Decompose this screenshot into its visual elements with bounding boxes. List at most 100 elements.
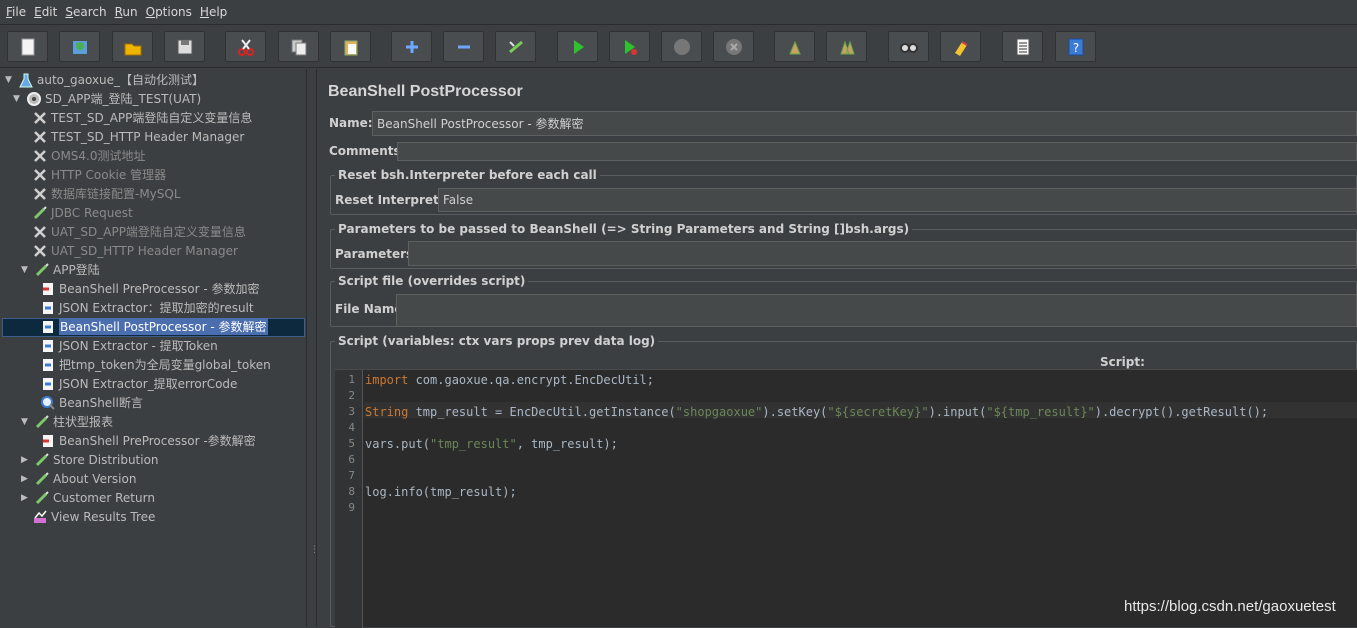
tree-node[interactable]: BeanShell断言 bbox=[39, 393, 143, 412]
collapse-button[interactable] bbox=[443, 31, 484, 62]
tree-node-label: HTTP Cookie 管理器 bbox=[51, 168, 167, 182]
tree-node[interactable]: JSON Extractor_提取errorCode bbox=[39, 374, 237, 393]
menu-item[interactable]: Run bbox=[111, 5, 142, 19]
expanded-arrow-icon[interactable]: ▼ bbox=[21, 265, 31, 275]
menu-item[interactable]: Options bbox=[142, 5, 196, 19]
templates-button[interactable] bbox=[59, 31, 100, 62]
new-button[interactable] bbox=[7, 31, 48, 62]
cut-button[interactable] bbox=[225, 31, 266, 62]
file-name-field[interactable] bbox=[396, 294, 1357, 327]
tree-node[interactable]: ▼ APP登陆 bbox=[21, 260, 100, 279]
line-number: 5 bbox=[348, 437, 355, 450]
line-number: 7 bbox=[348, 469, 355, 482]
tree-node[interactable]: ▶ Store Distribution bbox=[21, 450, 159, 469]
menu-item[interactable]: Edit bbox=[30, 5, 61, 19]
toggle-button[interactable] bbox=[495, 31, 536, 62]
tree-node-label: BeanShell断言 bbox=[59, 396, 143, 410]
sampler-icon bbox=[33, 470, 50, 487]
save-icon bbox=[177, 39, 192, 54]
tree-node[interactable]: UAT_SD_HTTP Header Manager bbox=[31, 241, 238, 260]
tree-node[interactable]: BeanShell PreProcessor - 参数加密 bbox=[39, 279, 260, 298]
parameters-field[interactable] bbox=[408, 241, 1357, 266]
postprocessor-panel: BeanShell PostProcessor Name: BeanShell … bbox=[318, 69, 1357, 628]
start-button[interactable] bbox=[557, 31, 598, 62]
reset-interpreter-select[interactable]: False bbox=[438, 188, 1357, 212]
tree-node[interactable]: ▼ auto_gaoxue_【自动化测试】 bbox=[5, 70, 204, 89]
tree-node-label: About Version bbox=[53, 471, 137, 486]
sampler-icon bbox=[33, 489, 50, 506]
start-no-pauses-button[interactable] bbox=[609, 31, 650, 62]
sampler-icon bbox=[33, 261, 50, 278]
postprocessor-icon bbox=[39, 299, 56, 316]
tree-node[interactable]: UAT_SD_APP端登陆自定义变量信息 bbox=[31, 222, 246, 241]
collapse-icon bbox=[457, 45, 470, 48]
help-button[interactable]: ? bbox=[1055, 31, 1096, 62]
tree-node[interactable]: JDBC Request bbox=[31, 203, 133, 222]
tree-node[interactable]: TEST_SD_APP端登陆自定义变量信息 bbox=[31, 108, 252, 127]
tree-node[interactable]: View Results Tree bbox=[31, 507, 155, 526]
thread-group-icon bbox=[25, 90, 42, 107]
config-icon bbox=[31, 109, 48, 126]
tree-node-label: BeanShell PostProcessor - 参数解密 bbox=[59, 318, 268, 335]
open-button[interactable] bbox=[112, 31, 153, 62]
code-line[interactable]: vars.put("tmp_result", tmp_result); bbox=[365, 437, 618, 451]
tree-node-label: JDBC Request bbox=[51, 205, 133, 220]
tree-node[interactable]: HTTP Cookie 管理器 bbox=[31, 165, 166, 184]
collapsed-arrow-icon[interactable]: ▶ bbox=[21, 474, 31, 484]
tree-node-label: JSON Extractor：提取加密的result bbox=[59, 301, 254, 315]
clear-all-button[interactable] bbox=[826, 31, 867, 62]
copy-button[interactable] bbox=[278, 31, 319, 62]
collapsed-arrow-icon[interactable]: ▶ bbox=[21, 493, 31, 503]
script-editor[interactable]: 1 2 3 4 5 6 7 8 9 import com.gaoxue.qa.encrypt.E… bbox=[335, 369, 1357, 628]
sampler-icon bbox=[33, 413, 50, 430]
tree-node[interactable]: ▶ Customer Return bbox=[21, 488, 155, 507]
expanded-arrow-icon[interactable]: ▼ bbox=[13, 94, 23, 104]
reset-search-button[interactable] bbox=[940, 31, 981, 62]
stop-button[interactable] bbox=[661, 31, 702, 62]
toggle-icon bbox=[508, 40, 523, 53]
tree-node[interactable]: JSON Extractor：提取加密的result bbox=[39, 298, 254, 317]
tree-node-label: 把tmp_token为全局变量global_token bbox=[59, 358, 271, 372]
search-button[interactable] bbox=[888, 31, 929, 62]
code-line[interactable]: String tmp_result = EncDecUtil.getInstan… bbox=[365, 405, 1268, 419]
code-line[interactable]: import com.gaoxue.qa.encrypt.EncDecUtil; bbox=[365, 373, 654, 387]
menu-mnemonic: S bbox=[65, 5, 73, 19]
tree-node[interactable]: ▼ 柱状型报表 bbox=[21, 412, 113, 431]
tree-node[interactable]: ▶ About Version bbox=[21, 469, 136, 488]
tree-node[interactable]: OMS4.0测试地址 bbox=[31, 146, 146, 165]
save-button[interactable] bbox=[164, 31, 205, 62]
expanded-arrow-icon[interactable]: ▼ bbox=[21, 417, 31, 427]
help-icon: ? bbox=[1068, 38, 1083, 55]
comments-field[interactable] bbox=[397, 142, 1357, 161]
expand-button[interactable] bbox=[391, 31, 432, 62]
tree-node-label: View Results Tree bbox=[51, 509, 156, 524]
code-line[interactable]: log.info(tmp_result); bbox=[365, 485, 517, 499]
tree-node[interactable]: JSON Extractor - 提取Token bbox=[39, 336, 218, 355]
expanded-arrow-icon[interactable]: ▼ bbox=[5, 75, 15, 85]
tree-node[interactable]: BeanShell PostProcessor - 参数解密 bbox=[39, 317, 268, 336]
menu-item[interactable]: File bbox=[2, 5, 30, 19]
tree-node[interactable]: 把tmp_token为全局变量global_token bbox=[39, 355, 271, 374]
menu-label: earch bbox=[72, 5, 107, 19]
paste-button[interactable] bbox=[330, 31, 371, 62]
tree-node[interactable]: ▼ SD_APP端_登陆_TEST(UAT) bbox=[13, 89, 201, 108]
tree-node-label: 柱状型报表 bbox=[53, 415, 114, 429]
tree-node[interactable]: BeanShell PreProcessor -参数解密 bbox=[39, 431, 256, 450]
name-field[interactable]: BeanShell PostProcessor - 参数解密 bbox=[372, 111, 1357, 136]
clear-button[interactable] bbox=[774, 31, 815, 62]
tree-node-label: SD_APP端_登陆_TEST(UAT) bbox=[45, 92, 202, 106]
line-number-gutter: 1 2 3 4 5 6 7 8 9 bbox=[335, 370, 363, 628]
splitter[interactable]: ⋮ bbox=[307, 69, 319, 627]
menu-item[interactable]: Help bbox=[196, 5, 231, 19]
function-helper-button[interactable] bbox=[1002, 31, 1043, 62]
collapsed-arrow-icon[interactable]: ▶ bbox=[21, 455, 31, 465]
config-icon bbox=[31, 128, 48, 145]
menu-item[interactable]: Search bbox=[61, 5, 110, 19]
reset-search-icon bbox=[954, 40, 968, 56]
line-number: 4 bbox=[348, 421, 355, 434]
tree-node[interactable]: 数据库链接配置-MySQL bbox=[31, 184, 181, 203]
shutdown-button[interactable] bbox=[713, 31, 754, 62]
tree-node-label: OMS4.0测试地址 bbox=[51, 149, 146, 163]
tree-node[interactable]: TEST_SD_HTTP Header Manager bbox=[31, 127, 244, 146]
test-plan-tree[interactable]: ▼ auto_gaoxue_【自动化测试】 ▼ SD_APP端_登陆_TEST(UAT… bbox=[0, 69, 307, 627]
